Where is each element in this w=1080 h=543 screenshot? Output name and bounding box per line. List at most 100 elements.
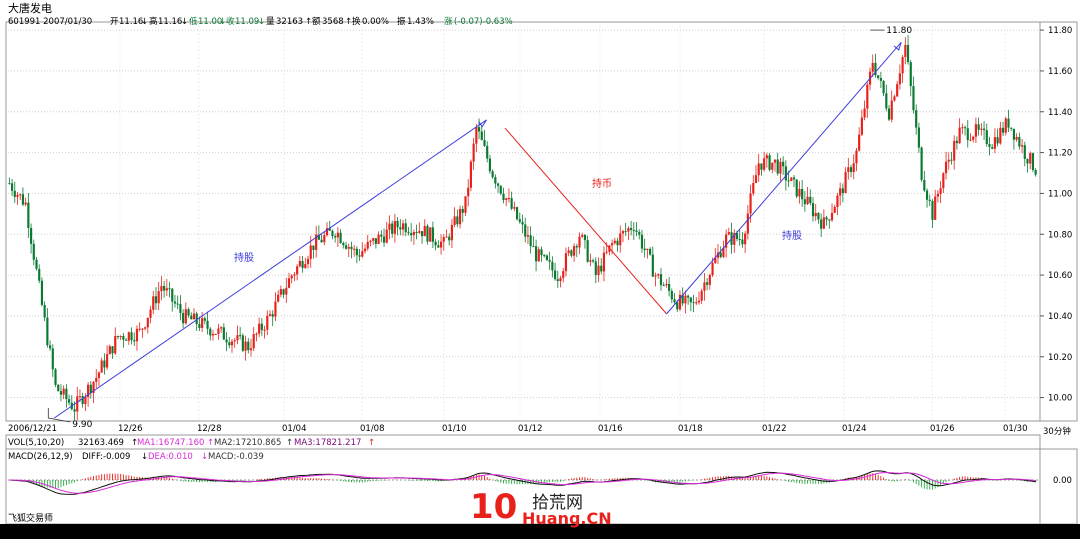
candle-down <box>437 245 440 248</box>
candle-down <box>334 236 337 238</box>
candle-down <box>477 127 481 132</box>
candle-up <box>369 240 372 242</box>
candle-down <box>841 188 844 194</box>
candle-up <box>613 240 616 244</box>
candle-up <box>901 57 904 74</box>
candle-up <box>401 223 405 230</box>
x-tick-label: 01/30 <box>1003 424 1028 434</box>
candle-up <box>589 260 592 262</box>
candle-down <box>887 108 891 120</box>
candle-up <box>703 282 706 291</box>
candle-down <box>692 302 695 304</box>
x-tick-label: 2006/12/21 <box>8 424 57 434</box>
candle-up <box>309 245 312 259</box>
macd-panel-label: MACD(26,12,9) <box>8 452 73 462</box>
candle-up <box>442 237 445 242</box>
candle-down <box>198 324 201 328</box>
chart-window: 持股 持币 持股 9.90 11.80 10.00 10.20 10.40 10.60 10.8… <box>0 0 1080 539</box>
candle-down <box>68 399 71 403</box>
candle-down <box>29 227 33 244</box>
candle-up <box>472 143 475 162</box>
candle-down <box>502 193 505 201</box>
candle-up <box>450 224 453 241</box>
change-value: (-0.07)-0.63% <box>454 17 513 27</box>
candle-down <box>1026 158 1029 164</box>
candle-down <box>426 225 429 242</box>
candle-down <box>931 200 934 220</box>
candle-down <box>116 336 120 338</box>
high-price-marker: 11.80 <box>886 26 912 36</box>
candle-up <box>236 335 239 341</box>
candle-down <box>706 282 709 285</box>
candle-down <box>374 238 377 244</box>
candle-down <box>222 327 225 340</box>
software-label: 飞狐交易师 <box>8 512 53 524</box>
macd-zero-tick: 0.00 <box>1053 476 1072 486</box>
candle-up <box>377 234 380 244</box>
candle-up <box>700 290 703 301</box>
price-panel-frame <box>5 21 1041 422</box>
candle-up <box>602 252 606 272</box>
turnover-label: 换 <box>352 16 361 27</box>
candle-down <box>38 268 41 281</box>
candle-down <box>190 315 193 320</box>
candle-up <box>108 346 111 355</box>
candle-up <box>727 232 730 235</box>
candle-down <box>917 127 920 148</box>
candle-up <box>855 150 858 164</box>
candle-down <box>928 199 931 201</box>
candle-up <box>507 198 511 200</box>
candle-up <box>464 196 467 213</box>
candle-up <box>697 300 701 303</box>
candle-down <box>540 249 543 256</box>
candle-up <box>97 372 101 378</box>
volume-ma1: MA1:16747.160 <box>137 438 204 448</box>
candle-up <box>244 341 247 351</box>
candle-up <box>233 340 236 342</box>
candle-down <box>570 250 573 256</box>
candle-down <box>803 199 806 205</box>
candle-down <box>795 179 798 197</box>
candle-up <box>695 302 698 304</box>
candle-up <box>423 225 426 237</box>
candle-down <box>448 236 451 241</box>
candle-down <box>228 342 231 346</box>
candle-down <box>431 227 434 242</box>
open-label: 开 <box>110 17 119 27</box>
candle-down <box>111 346 114 354</box>
candle-up <box>904 44 907 58</box>
period-label[interactable]: 30分钟 <box>1043 426 1071 437</box>
candle-down <box>173 301 177 304</box>
candle-down <box>668 283 671 291</box>
y-tick-label: 10.80 <box>1048 230 1072 240</box>
candle-down <box>209 328 212 336</box>
candle-down <box>163 285 166 291</box>
candle-up <box>822 217 825 229</box>
volume-legend: VOL(5,10,20) 32163.469 ↑ MA1:16747.160 ↑… <box>8 438 375 448</box>
candle-up <box>763 158 766 170</box>
candle-up <box>871 62 874 72</box>
y-tick-label: 10.20 <box>1048 353 1072 363</box>
candle-up <box>621 231 625 234</box>
horizontal-grid <box>8 29 1040 399</box>
candle-down <box>171 288 174 302</box>
candle-up <box>76 396 79 412</box>
candle-down <box>57 384 60 392</box>
candle-down <box>461 208 464 213</box>
candle-down <box>331 230 334 237</box>
turnover-value: 0.00% <box>362 17 389 27</box>
open-value: 11.16 <box>119 17 143 27</box>
candle-down <box>988 144 991 148</box>
candle-up <box>513 207 516 209</box>
candle-down <box>8 183 11 185</box>
candle-down <box>480 131 483 141</box>
high-value: 11.16 <box>158 17 182 27</box>
candle-down <box>344 245 348 249</box>
candle-down <box>73 409 76 412</box>
candle-up <box>157 291 160 304</box>
candle-down <box>225 339 228 343</box>
candle-down <box>399 227 402 230</box>
candle-down <box>792 177 796 180</box>
candle-up <box>347 246 350 249</box>
volume-panel-label: VOL(5,10,20) <box>8 438 64 448</box>
